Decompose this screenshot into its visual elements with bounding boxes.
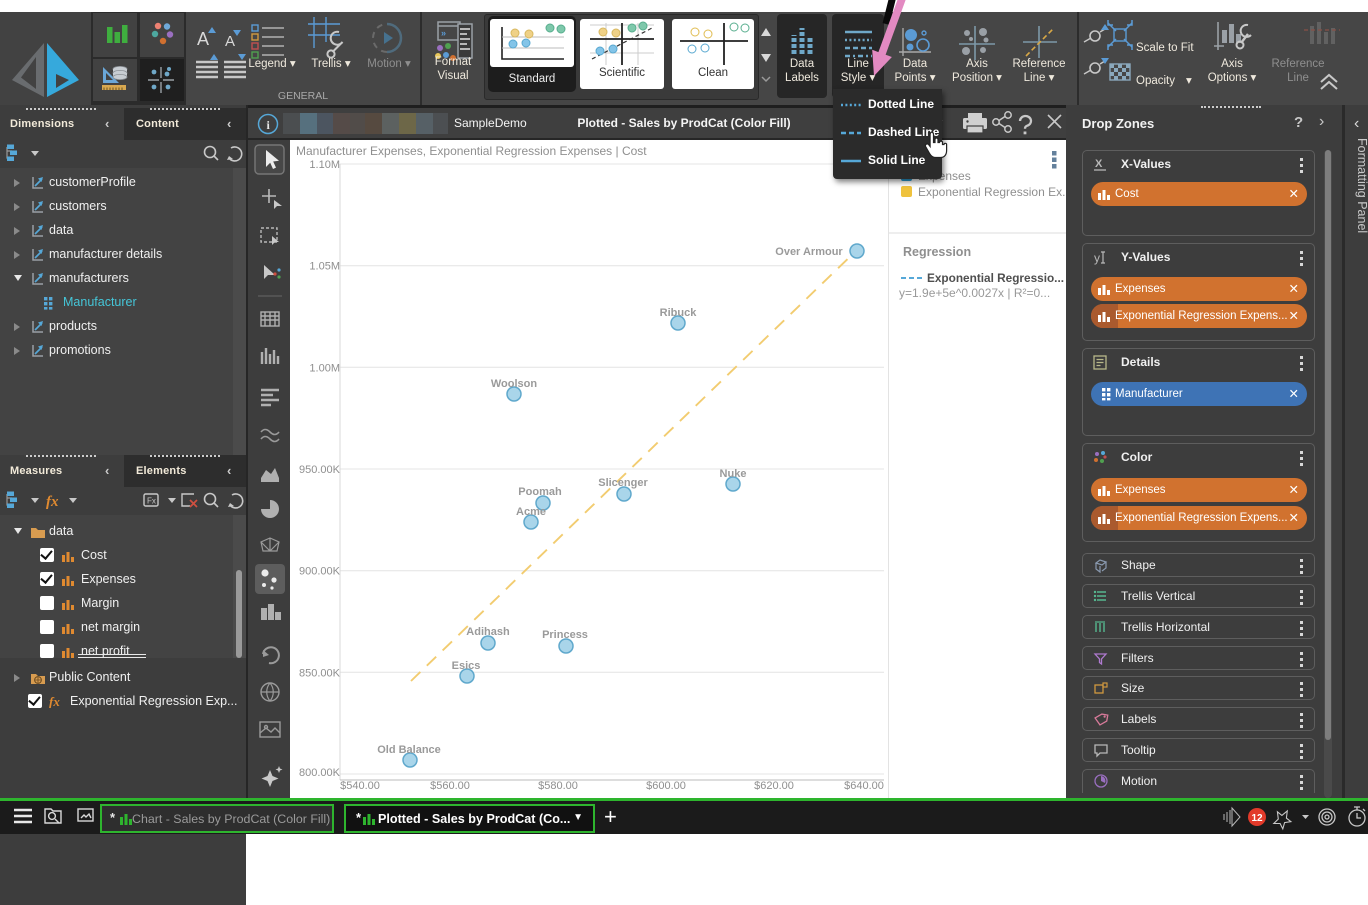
svg-text:Slicenger: Slicenger: [598, 477, 648, 489]
svg-text:y: y: [1094, 251, 1100, 265]
svg-text:800.00K: 800.00K: [299, 767, 341, 779]
svg-text:$560.00: $560.00: [430, 780, 470, 792]
svg-text:X: X: [1095, 158, 1103, 170]
svg-text:Woolson: Woolson: [491, 378, 538, 390]
svg-text:i: i: [267, 118, 271, 132]
svg-text:900.00K: 900.00K: [299, 566, 341, 578]
svg-text:1.00M: 1.00M: [309, 362, 340, 374]
svg-text:$600.00: $600.00: [646, 780, 686, 792]
svg-text:12: 12: [1251, 813, 1263, 824]
svg-text:y=1.9e+5e^0.0027x | R²=0...: y=1.9e+5e^0.0027x | R²=0...: [899, 286, 1050, 300]
svg-text:$540.00: $540.00: [340, 780, 380, 792]
svg-text:Old Balance: Old Balance: [377, 744, 441, 756]
svg-text:fx: fx: [49, 694, 60, 708]
svg-text:$620.00: $620.00: [754, 780, 794, 792]
svg-text:$640.00: $640.00: [844, 780, 884, 792]
svg-text:$580.00: $580.00: [538, 780, 578, 792]
svg-text:»: »: [441, 28, 446, 38]
svg-text:Princess: Princess: [542, 629, 588, 641]
svg-text:Esics: Esics: [452, 660, 481, 672]
svg-text:fx: fx: [46, 494, 59, 510]
svg-text:Fx: Fx: [147, 497, 156, 506]
svg-text:Over Armour: Over Armour: [775, 246, 843, 258]
svg-text:Exponential Regression Ex...: Exponential Regression Ex...: [918, 185, 1066, 199]
svg-text:A: A: [197, 29, 209, 49]
svg-text:Adihash: Adihash: [466, 626, 510, 638]
svg-text:Regression: Regression: [903, 245, 971, 259]
svg-text:Nuke: Nuke: [720, 468, 747, 480]
svg-text:A: A: [225, 33, 235, 50]
svg-text:Exponential Regressio...: Exponential Regressio...: [927, 271, 1064, 285]
svg-text:850.00K: 850.00K: [299, 667, 341, 679]
svg-text:1.10M: 1.10M: [309, 159, 340, 171]
svg-text:Poomah: Poomah: [518, 486, 562, 498]
svg-text:Acme: Acme: [516, 506, 546, 518]
svg-text:Ribuck: Ribuck: [660, 307, 698, 319]
svg-text:950.00K: 950.00K: [299, 464, 341, 476]
svg-text:Manufacturer Expenses, Exponen: Manufacturer Expenses, Exponential Regre…: [296, 144, 647, 158]
svg-text:1.05M: 1.05M: [309, 261, 340, 273]
